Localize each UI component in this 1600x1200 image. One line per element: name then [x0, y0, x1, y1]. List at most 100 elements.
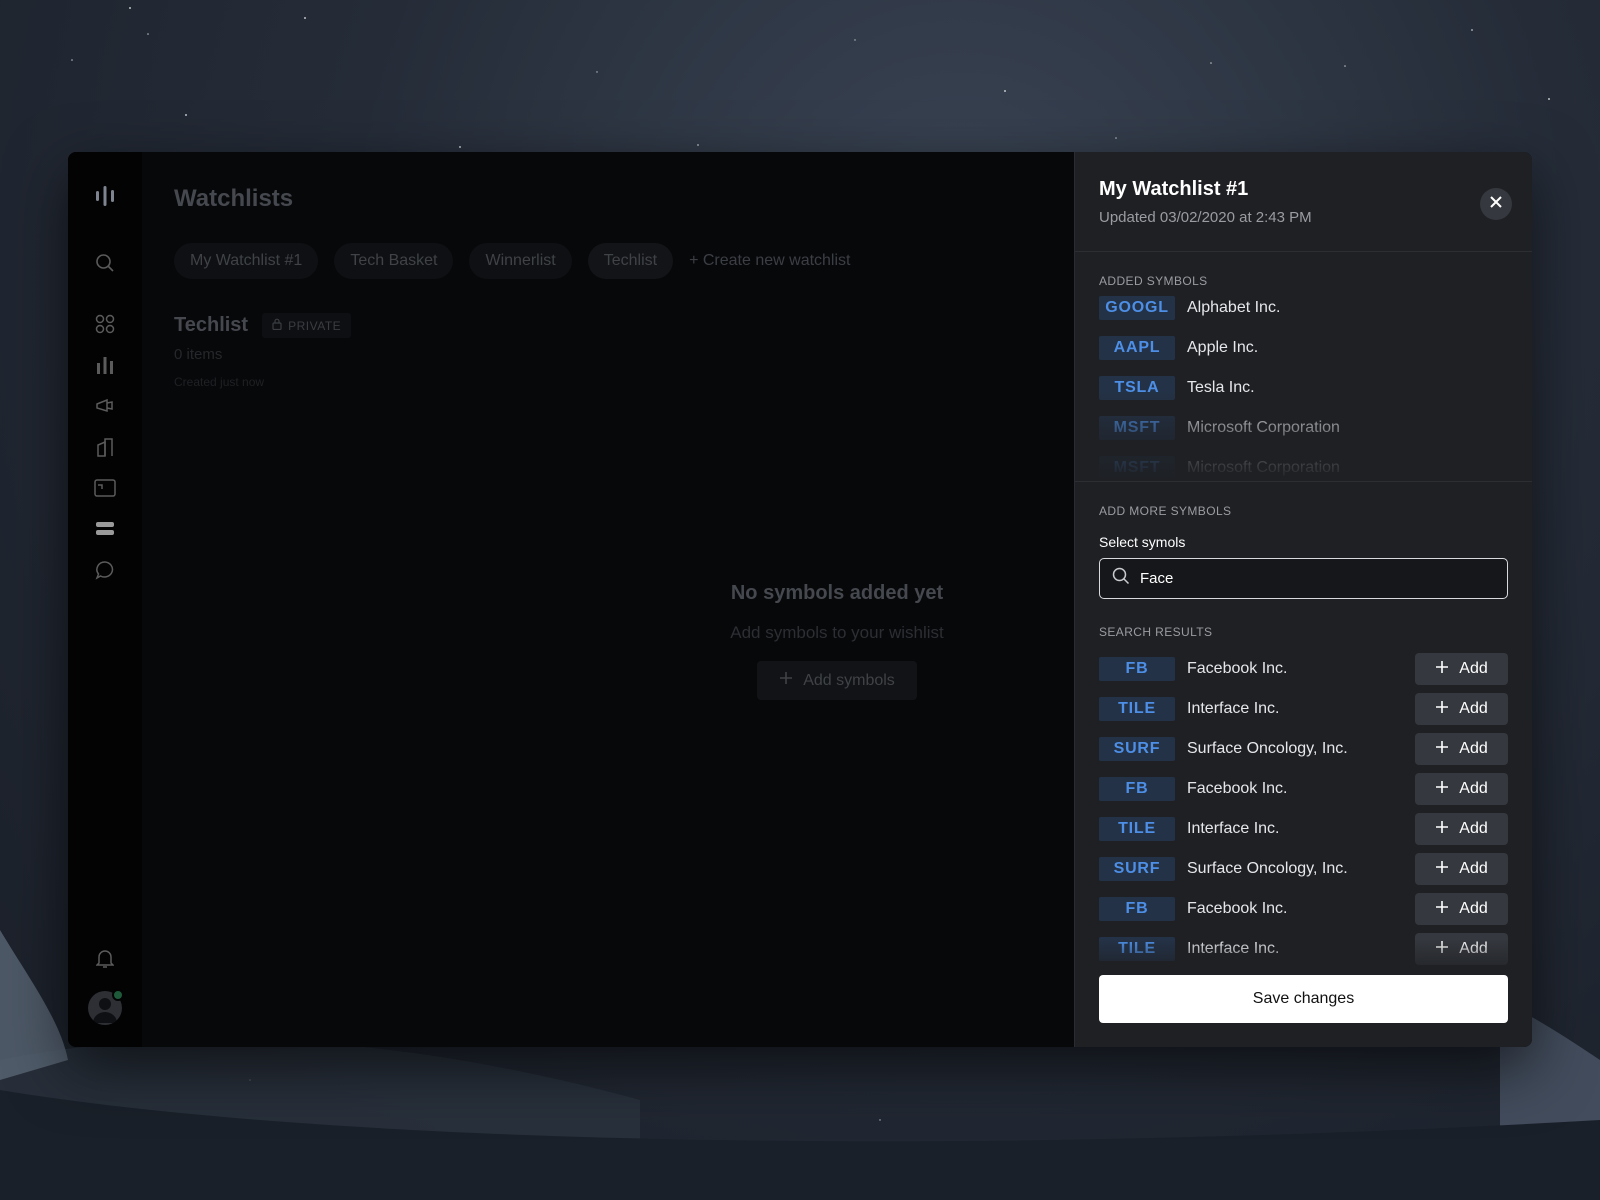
- close-button[interactable]: [1480, 188, 1512, 220]
- bell-icon[interactable]: [87, 941, 123, 977]
- select-symbols-label: Select symols: [1099, 534, 1186, 550]
- add-label: Add: [1459, 860, 1488, 877]
- table-row: TILE Interface Inc. Add: [1099, 809, 1508, 849]
- plus-icon: [779, 671, 793, 690]
- user-avatar[interactable]: [88, 989, 124, 1025]
- ticker-badge: TILE: [1099, 817, 1175, 841]
- list-title: Techlist: [174, 314, 249, 336]
- table-row: TILE Interface Inc. Add: [1099, 929, 1508, 969]
- company-name: Facebook Inc.: [1187, 900, 1288, 917]
- table-row: SURF Surface Oncology, Inc. Add: [1099, 729, 1508, 769]
- symbol-search-field[interactable]: [1099, 558, 1508, 599]
- ticker-badge: MSFT: [1099, 416, 1175, 440]
- add-button[interactable]: Add: [1415, 733, 1508, 765]
- ticker-badge: MSFT: [1099, 456, 1175, 480]
- add-label: Add: [1459, 900, 1488, 917]
- add-label: Add: [1459, 740, 1488, 757]
- plus-icon: [1435, 740, 1449, 759]
- added-symbols-section: ADDED SYMBOLS GOOGL Alphabet Inc. AAPL A…: [1075, 252, 1532, 482]
- company-name: Facebook Inc.: [1187, 780, 1288, 797]
- company-name: Tesla Inc.: [1187, 379, 1255, 396]
- create-watchlist-link[interactable]: + Create new watchlist: [689, 252, 850, 270]
- add-label: Add: [1459, 700, 1488, 717]
- company-name: Microsoft Corporation: [1187, 419, 1340, 436]
- buildings-icon[interactable]: [87, 429, 123, 465]
- company-name: Facebook Inc.: [1187, 660, 1288, 677]
- add-symbols-button[interactable]: Add symbols: [757, 661, 917, 700]
- stack-icon[interactable]: [87, 511, 123, 547]
- ticker-badge: AAPL: [1099, 336, 1175, 360]
- list-item: GOOGL Alphabet Inc.: [1099, 288, 1508, 328]
- add-button[interactable]: Add: [1415, 653, 1508, 685]
- lock-icon: [272, 318, 282, 333]
- add-label: Add: [1459, 780, 1488, 797]
- add-label: Add: [1459, 660, 1488, 677]
- search-results-label: SEARCH RESULTS: [1099, 625, 1213, 639]
- plus-icon: [1435, 660, 1449, 679]
- sidebar-rail: [68, 152, 142, 1047]
- list-item: MSFT Microsoft Corporation: [1099, 408, 1508, 448]
- ticker-badge: TSLA: [1099, 376, 1175, 400]
- list-item: MSFT Microsoft Corporation: [1099, 448, 1508, 481]
- chat-icon[interactable]: [87, 552, 123, 588]
- ticker-badge: FB: [1099, 657, 1175, 681]
- add-more-label: ADD MORE SYMBOLS: [1099, 504, 1232, 518]
- company-name: Apple Inc.: [1187, 339, 1259, 356]
- app-window: Watchlists My Watchlist #1 Tech Basket W…: [68, 152, 1532, 1047]
- company-name: Surface Oncology, Inc.: [1187, 740, 1348, 757]
- list-item: AAPL Apple Inc.: [1099, 328, 1508, 368]
- search-results-list: FB Facebook Inc. Add TILE Interface Inc.…: [1099, 649, 1508, 979]
- company-name: Surface Oncology, Inc.: [1187, 860, 1348, 877]
- bar-chart-icon[interactable]: [87, 347, 123, 383]
- table-row: FB Facebook Inc. Add: [1099, 889, 1508, 929]
- ticker-badge: TILE: [1099, 937, 1175, 961]
- tab-techlist[interactable]: Techlist: [587, 243, 674, 279]
- add-symbols-label: Add symbols: [803, 671, 895, 689]
- add-button[interactable]: Add: [1415, 933, 1508, 965]
- table-row: SURF Surface Oncology, Inc. Add: [1099, 849, 1508, 889]
- add-button[interactable]: Add: [1415, 773, 1508, 805]
- online-status-icon: [112, 989, 124, 1001]
- logo-icon[interactable]: [94, 184, 116, 211]
- close-icon: [1489, 195, 1503, 214]
- watchlist-edit-panel: My Watchlist #1 Updated 03/02/2020 at 2:…: [1074, 152, 1532, 1047]
- ticker-badge: TILE: [1099, 697, 1175, 721]
- plus-icon: [1435, 940, 1449, 959]
- add-button[interactable]: Add: [1415, 813, 1508, 845]
- ticker-badge: SURF: [1099, 857, 1175, 881]
- search-icon[interactable]: [87, 245, 123, 281]
- megaphone-icon[interactable]: [87, 388, 123, 424]
- plus-icon: [1435, 700, 1449, 719]
- plus-icon: [1435, 780, 1449, 799]
- add-label: Add: [1459, 820, 1488, 837]
- panel-header: My Watchlist #1 Updated 03/02/2020 at 2:…: [1075, 152, 1532, 252]
- ticker-badge: SURF: [1099, 737, 1175, 761]
- company-name: Interface Inc.: [1187, 820, 1280, 837]
- table-row: FB Facebook Inc. Add: [1099, 649, 1508, 689]
- tab-tech-basket[interactable]: Tech Basket: [334, 243, 454, 279]
- table-row: TILE Interface Inc. Add: [1099, 689, 1508, 729]
- add-label: Add: [1459, 940, 1488, 957]
- card-icon[interactable]: [87, 470, 123, 506]
- tab-my-watchlist-1[interactable]: My Watchlist #1: [174, 243, 319, 279]
- grid-icon[interactable]: [87, 306, 123, 342]
- add-button[interactable]: Add: [1415, 853, 1508, 885]
- private-badge: PRIVATE: [262, 313, 352, 338]
- add-button[interactable]: Add: [1415, 893, 1508, 925]
- list-item: TSLA Tesla Inc.: [1099, 368, 1508, 408]
- save-changes-button[interactable]: Save changes: [1099, 975, 1508, 1023]
- company-name: Interface Inc.: [1187, 940, 1280, 957]
- ticker-badge: FB: [1099, 777, 1175, 801]
- add-button[interactable]: Add: [1415, 693, 1508, 725]
- company-name: Microsoft Corporation: [1187, 459, 1340, 476]
- table-row: FB Facebook Inc. Add: [1099, 769, 1508, 809]
- ticker-badge: GOOGL: [1099, 296, 1175, 320]
- tab-winnerlist[interactable]: Winnerlist: [469, 243, 572, 279]
- symbol-search-input[interactable]: [1140, 570, 1495, 587]
- added-symbols-label: ADDED SYMBOLS: [1099, 274, 1208, 288]
- company-name: Alphabet Inc.: [1187, 299, 1281, 316]
- private-badge-label: PRIVATE: [288, 318, 342, 333]
- panel-updated: Updated 03/02/2020 at 2:43 PM: [1099, 209, 1312, 226]
- ticker-badge: FB: [1099, 897, 1175, 921]
- company-name: Interface Inc.: [1187, 700, 1280, 717]
